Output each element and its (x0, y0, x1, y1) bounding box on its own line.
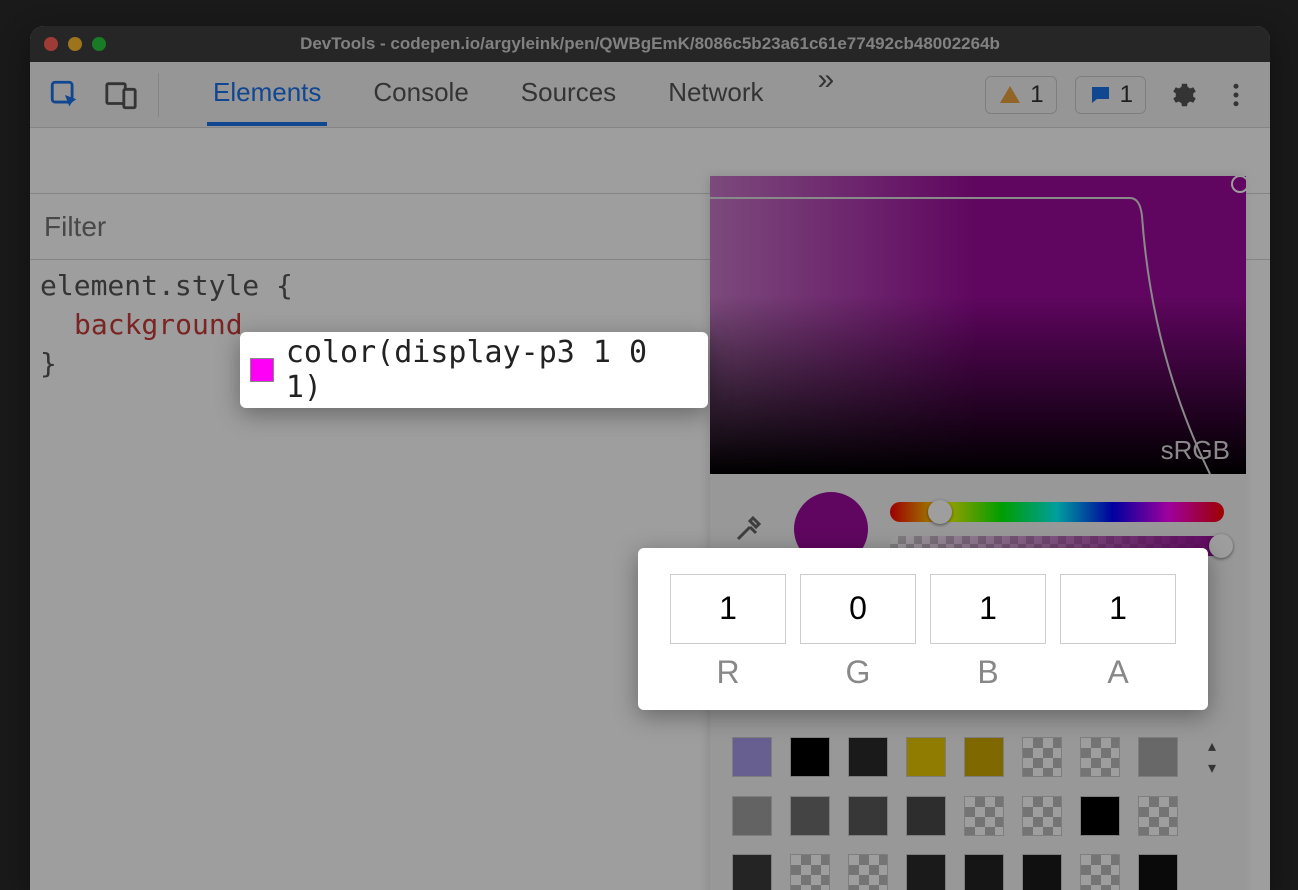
tab-elements[interactable]: Elements (207, 63, 327, 126)
devtools-toolbar: Elements Console Sources Network » 1 1 (30, 62, 1270, 128)
channel-label: B (977, 654, 998, 691)
palette-sort-icon[interactable]: ▴▾ (1200, 736, 1224, 778)
channel-a: A (1060, 574, 1176, 691)
palette-swatch[interactable] (732, 737, 772, 777)
channel-label: R (716, 654, 739, 691)
palette-swatch[interactable] (1022, 796, 1062, 836)
close-window-button[interactable] (44, 37, 58, 51)
palette-row (732, 796, 1224, 836)
palette-swatch[interactable] (1080, 796, 1120, 836)
tab-sources[interactable]: Sources (515, 63, 622, 126)
palette-swatch[interactable] (1138, 854, 1178, 890)
color-spectrum[interactable]: sRGB (710, 176, 1246, 474)
palette-swatch[interactable] (1080, 854, 1120, 890)
palette-swatch[interactable] (964, 737, 1004, 777)
channel-g: G (800, 574, 916, 691)
palette-swatch[interactable] (848, 854, 888, 890)
panel-tabs: Elements Console Sources Network » (207, 63, 834, 126)
channel-input-b[interactable] (930, 574, 1046, 644)
settings-icon[interactable] (1164, 77, 1200, 113)
tab-network[interactable]: Network (662, 63, 769, 126)
rgba-inputs-popout: RGBA (638, 548, 1208, 710)
alpha-thumb[interactable] (1209, 534, 1233, 558)
channel-r: R (670, 574, 786, 691)
warnings-count: 1 (1030, 81, 1043, 109)
eyedropper-icon[interactable] (732, 509, 772, 549)
title-bar: DevTools - codepen.io/argyleink/pen/QWBg… (30, 26, 1270, 62)
palette-row: ▴▾ (732, 736, 1224, 778)
css-value-popout[interactable]: color(display-p3 1 0 1) (240, 332, 708, 408)
warnings-badge[interactable]: 1 (985, 76, 1056, 114)
tab-console[interactable]: Console (367, 63, 474, 126)
palette-swatch[interactable] (964, 796, 1004, 836)
devtools-window: DevTools - codepen.io/argyleink/pen/QWBg… (30, 26, 1270, 890)
palette-swatch[interactable] (848, 737, 888, 777)
palette-swatch[interactable] (1138, 796, 1178, 836)
palette-swatch[interactable] (1080, 737, 1120, 777)
color-picker: sRGB ▴▾ (710, 176, 1246, 890)
messages-badge[interactable]: 1 (1075, 76, 1146, 114)
palette-swatch[interactable] (1138, 737, 1178, 777)
palette-swatch[interactable] (732, 854, 772, 890)
palette-swatch[interactable] (732, 796, 772, 836)
device-toggle-icon[interactable] (102, 76, 140, 114)
channel-label: A (1107, 654, 1128, 691)
channel-input-g[interactable] (800, 574, 916, 644)
channel-label: G (846, 654, 871, 691)
channel-b: B (930, 574, 1046, 691)
palette-swatch[interactable] (1022, 737, 1062, 777)
more-options-icon[interactable] (1218, 77, 1254, 113)
channel-input-r[interactable] (670, 574, 786, 644)
palette-swatch[interactable] (906, 854, 946, 890)
palette-swatch[interactable] (848, 796, 888, 836)
tabs-overflow-icon[interactable]: » (818, 63, 835, 126)
palette-swatch[interactable] (790, 737, 830, 777)
hue-slider[interactable] (890, 502, 1224, 522)
zoom-window-button[interactable] (92, 37, 106, 51)
palette-row (732, 854, 1224, 890)
color-swatch-icon[interactable] (250, 358, 274, 382)
css-color-value: color(display-p3 1 0 1) (286, 335, 698, 405)
channel-input-a[interactable] (1060, 574, 1176, 644)
palette-swatch[interactable] (790, 854, 830, 890)
messages-count: 1 (1120, 81, 1133, 109)
minimize-window-button[interactable] (68, 37, 82, 51)
gamut-label: sRGB (1161, 435, 1230, 466)
window-title: DevTools - codepen.io/argyleink/pen/QWBg… (30, 34, 1270, 54)
palette-swatch[interactable] (790, 796, 830, 836)
hue-thumb[interactable] (928, 500, 952, 524)
palette-swatch[interactable] (964, 854, 1004, 890)
traffic-lights (44, 37, 106, 51)
palette-swatch[interactable] (906, 796, 946, 836)
palette-swatch[interactable] (906, 737, 946, 777)
inspect-element-icon[interactable] (46, 76, 84, 114)
palette-swatch[interactable] (1022, 854, 1062, 890)
